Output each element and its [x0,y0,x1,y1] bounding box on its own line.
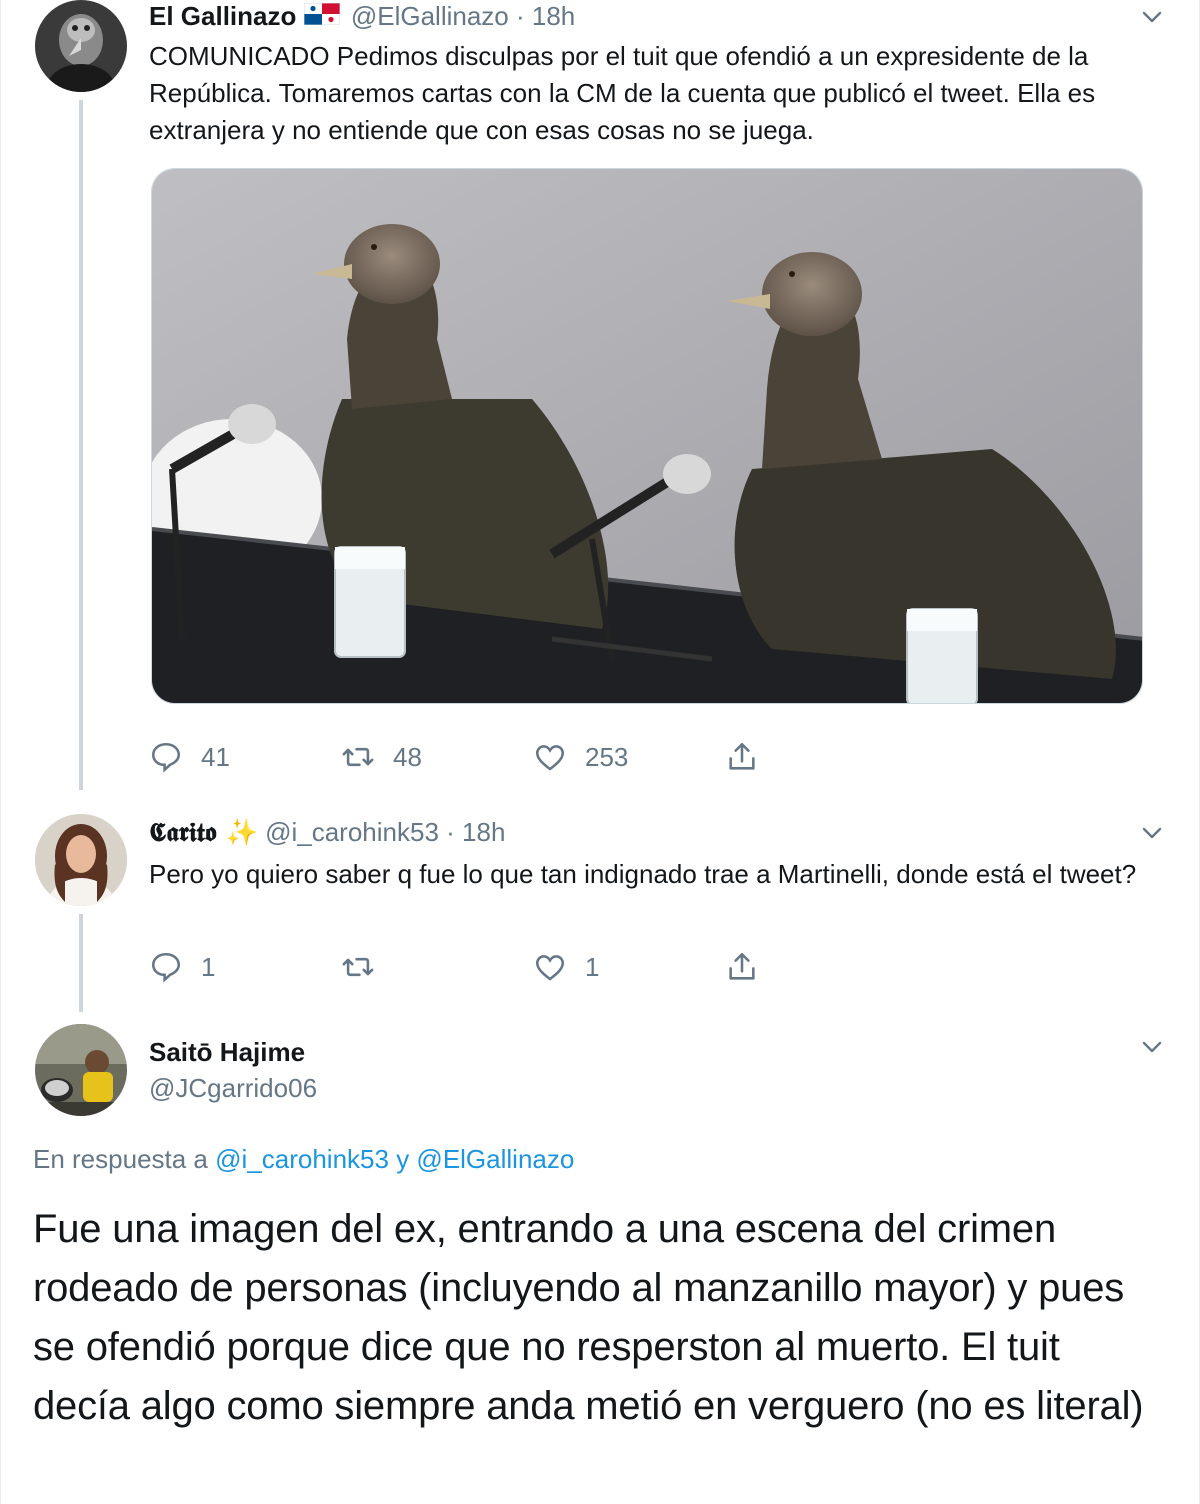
reply-count: 41 [201,741,230,772]
retweet-icon [342,747,374,767]
separator: · [446,817,463,847]
tweet1-header: El Gallinazo @ElGallinazo · 18h [149,0,575,36]
tweet-image[interactable] [151,168,1143,704]
display-name[interactable]: 𝕮𝖆𝖗𝖎𝖙𝖔 ✨ [149,818,258,848]
like-count: 253 [585,741,629,772]
share-button[interactable] [725,947,777,987]
tweet3-text: Fue una imagen del ex, entrando a una es… [33,1207,1144,1428]
tweet2-text: Pero yo quiero saber q fue lo que tan in… [149,859,1137,889]
reply-prefix: En respuesta a [33,1144,208,1174]
replying-to: En respuesta a @i_carohink53 y @ElGallin… [33,1142,574,1176]
tweet2-header: 𝕮𝖆𝖗𝖎𝖙𝖔 ✨ @i_carohink53 · 18h [149,816,505,849]
timestamp[interactable]: 18h [532,1,575,31]
avatar-carito[interactable] [35,814,127,906]
handle[interactable]: @ElGallinazo [351,1,509,31]
like-icon [535,955,565,981]
timestamp[interactable]: 18h [462,817,505,847]
retweet-count: 48 [393,741,422,772]
panama-flag-icon [303,0,341,32]
chevron-down-icon[interactable] [1141,822,1163,844]
reply-conjunction: y [396,1144,410,1174]
handle[interactable]: @JCgarrido06 [149,1073,317,1103]
avatar-saito-hajime[interactable] [35,1024,127,1116]
tweet2-actions: 1 1 [149,947,789,987]
chevron-down-icon[interactable] [1141,6,1163,28]
reply-user-link[interactable]: @ElGallinazo [416,1144,574,1174]
handle[interactable]: @i_carohink53 [265,817,439,847]
retweet-button[interactable] [341,947,393,987]
reply-user-link[interactable]: @i_carohink53 [215,1144,389,1174]
retweet-icon [342,957,374,977]
separator: · [515,1,532,31]
reply-icon [151,742,181,773]
share-button[interactable] [725,737,777,777]
share-icon [729,742,755,770]
thread-line [79,914,83,1012]
reply-icon [151,952,181,983]
retweet-button[interactable]: 48 [341,737,422,777]
tweet1-actions: 41 48 253 [149,737,789,777]
reply-count: 1 [201,951,216,982]
tweet3-handle: @JCgarrido06 [149,1072,317,1104]
reply-button[interactable]: 1 [149,947,215,987]
display-name[interactable]: El Gallinazo [149,1,296,31]
thread-line [79,100,83,790]
like-button[interactable]: 1 [533,947,599,987]
like-count: 1 [585,951,600,982]
like-icon [535,745,565,771]
timeline: El Gallinazo @ElGallinazo · 18h COMUNICA… [0,0,1200,1504]
tweet1-text: COMUNICADO Pedimos disculpas por el tuit… [149,41,1096,145]
tweet3-name: Saitō Hajime [149,1036,305,1068]
display-name[interactable]: Saitō Hajime [149,1037,305,1067]
reply-button[interactable]: 41 [149,737,230,777]
avatar-el-gallinazo[interactable] [35,0,127,92]
like-button[interactable]: 253 [533,737,628,777]
chevron-down-icon[interactable] [1141,1036,1163,1058]
share-icon [729,952,755,980]
